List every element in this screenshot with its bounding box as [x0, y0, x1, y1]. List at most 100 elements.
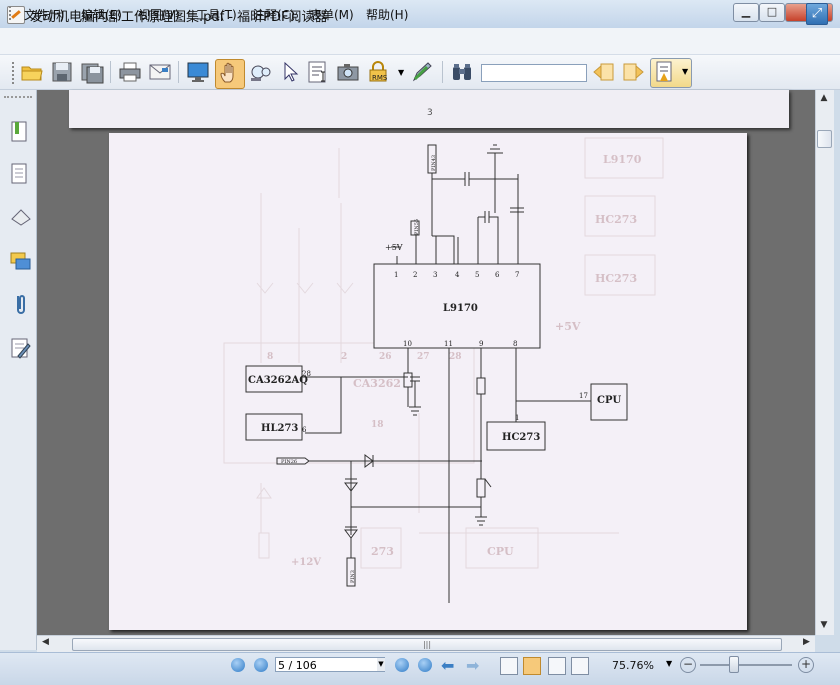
hc273-label: HC273 — [502, 432, 540, 443]
pin-number: 1 — [515, 414, 519, 422]
toolbar-separator — [178, 61, 179, 83]
layers-icon[interactable] — [10, 205, 31, 227]
zoom-out-icon[interactable]: − — [680, 657, 696, 673]
bookmarks-icon[interactable] — [10, 120, 28, 142]
attachments-icon[interactable] — [10, 292, 28, 314]
pin55-tag: PIN55 — [414, 219, 420, 235]
pin-number: 5 — [475, 271, 479, 279]
zoom-slider-thumb[interactable] — [729, 656, 739, 673]
vertical-scroll-thumb[interactable] — [817, 130, 832, 148]
ghost-label: +5V — [555, 320, 581, 333]
menu-edit[interactable]: 编辑(E) — [81, 6, 122, 23]
l9170-label: L9170 — [443, 303, 478, 314]
toolbar-separator — [442, 61, 443, 83]
zoom-level[interactable]: 75.76% — [612, 659, 654, 672]
menu-file[interactable]: 文件(F) — [24, 6, 64, 23]
scroll-down-arrow[interactable]: ▼ — [815, 620, 833, 634]
open-folder-icon[interactable] — [20, 60, 44, 84]
search-input[interactable] — [481, 64, 587, 82]
continuous-facing-view-icon[interactable] — [571, 657, 589, 675]
sign-pen-icon[interactable] — [410, 60, 434, 84]
toolbar-separator — [110, 61, 111, 83]
ghost-label: 8 — [267, 352, 273, 362]
pages-icon[interactable] — [10, 162, 28, 184]
snapshot-icon[interactable] — [336, 60, 360, 84]
single-page-view-icon[interactable] — [500, 657, 518, 675]
horizontal-scroll-thumb[interactable]: ||| — [72, 638, 782, 651]
panel-grip — [4, 96, 32, 100]
ghost-label: 27 — [417, 352, 430, 362]
menu-form[interactable]: 表单(M) — [310, 6, 354, 23]
print-icon[interactable] — [118, 60, 142, 84]
scroll-right-arrow[interactable]: ▶ — [803, 637, 810, 647]
page-number-input[interactable]: 5 / 106 — [275, 657, 385, 672]
continuous-view-icon[interactable] — [523, 657, 541, 675]
pin-number: 2 — [413, 271, 417, 279]
zoom-dropdown-arrow[interactable]: ▼ — [666, 659, 672, 668]
pin-number: 9 — [479, 340, 483, 348]
toolbar-grip — [12, 62, 16, 84]
ghost-label: 2 — [341, 352, 347, 362]
highlight-icon[interactable]: ▼ — [650, 58, 692, 88]
save-icon[interactable] — [50, 60, 74, 84]
expand-icon[interactable]: ⤢ — [806, 3, 828, 25]
pin-number: 6 — [302, 426, 307, 434]
pin26-tag: PIN26 — [281, 459, 297, 465]
ghost-label: CA3262 — [353, 377, 401, 390]
loupe-icon[interactable] — [248, 60, 272, 84]
ghost-label: 273 — [371, 545, 394, 558]
signatures-icon[interactable] — [10, 336, 31, 359]
search-next-icon[interactable] — [621, 60, 645, 84]
facing-view-icon[interactable] — [548, 657, 566, 675]
pin-number: 10 — [403, 340, 412, 348]
minimize-button[interactable]: ▁ — [733, 3, 759, 22]
circuit-schematic: L9170 HC273 HC273 +5V CA3262 26 27 28 8 … — [223, 137, 664, 603]
plus5v-label: +5V — [385, 243, 403, 252]
hl273-label: HL273 — [261, 423, 298, 434]
pin-number: 7 — [515, 271, 519, 279]
zoom-in-icon[interactable]: + — [798, 657, 814, 673]
search-prev-icon[interactable] — [592, 60, 616, 84]
menu-view[interactable]: 视图(V) — [138, 6, 180, 23]
menu-help[interactable]: 帮助(H) — [366, 6, 408, 23]
fullscreen-view-icon[interactable] — [186, 60, 210, 84]
vertical-scrollbar[interactable] — [815, 90, 834, 635]
rms-dropdown-arrow[interactable]: ▼ — [398, 68, 404, 77]
ghost-label: HC273 — [595, 272, 637, 285]
text-select-icon[interactable] — [306, 60, 330, 84]
pin-number: 4 — [455, 271, 460, 279]
scroll-up-arrow[interactable]: ▲ — [815, 93, 833, 107]
pin-tags: PIN55 PIN43 PIN26 PIN3 — [281, 155, 437, 583]
select-cursor-icon[interactable] — [278, 60, 302, 84]
next-page-icon[interactable] — [395, 658, 409, 672]
menu-comment[interactable]: 注释(C) — [253, 6, 295, 23]
ghost-label: 18 — [371, 420, 384, 430]
binoculars-icon[interactable] — [450, 60, 474, 84]
last-page-icon[interactable] — [418, 658, 432, 672]
email-icon[interactable] — [148, 60, 172, 84]
scroll-left-arrow[interactable]: ◀ — [42, 637, 49, 647]
pin-number: 11 — [444, 340, 453, 348]
previous-page-icon[interactable] — [254, 658, 268, 672]
rms-lock-icon[interactable]: RMS — [366, 60, 390, 84]
pin-number: 8 — [513, 340, 517, 348]
ghost-label: 26 — [379, 352, 392, 362]
pin-number: 1 — [394, 271, 398, 279]
back-arrow-icon[interactable]: ⬅ — [441, 656, 454, 675]
first-page-icon[interactable] — [231, 658, 245, 672]
comments-icon[interactable] — [10, 250, 31, 272]
hand-tool-icon[interactable] — [215, 59, 245, 89]
previous-page-number: 3 — [427, 108, 433, 118]
page-dropdown-arrow[interactable]: ▼ — [377, 658, 385, 671]
rms-label: RMS — [372, 74, 388, 82]
zoom-slider-track[interactable] — [700, 664, 792, 666]
pin43-tag: PIN43 — [431, 155, 437, 171]
ghost-label: HC273 — [595, 213, 637, 226]
maximize-button[interactable]: □ — [759, 3, 785, 22]
menu-tools[interactable]: 工具(T) — [196, 6, 237, 23]
ghost-schematic — [223, 137, 664, 569]
pin3-tag: PIN3 — [350, 570, 356, 583]
forward-arrow-icon[interactable]: ➡ — [466, 656, 479, 675]
save-as-icon[interactable] — [80, 60, 104, 84]
menu-grip — [9, 6, 13, 20]
